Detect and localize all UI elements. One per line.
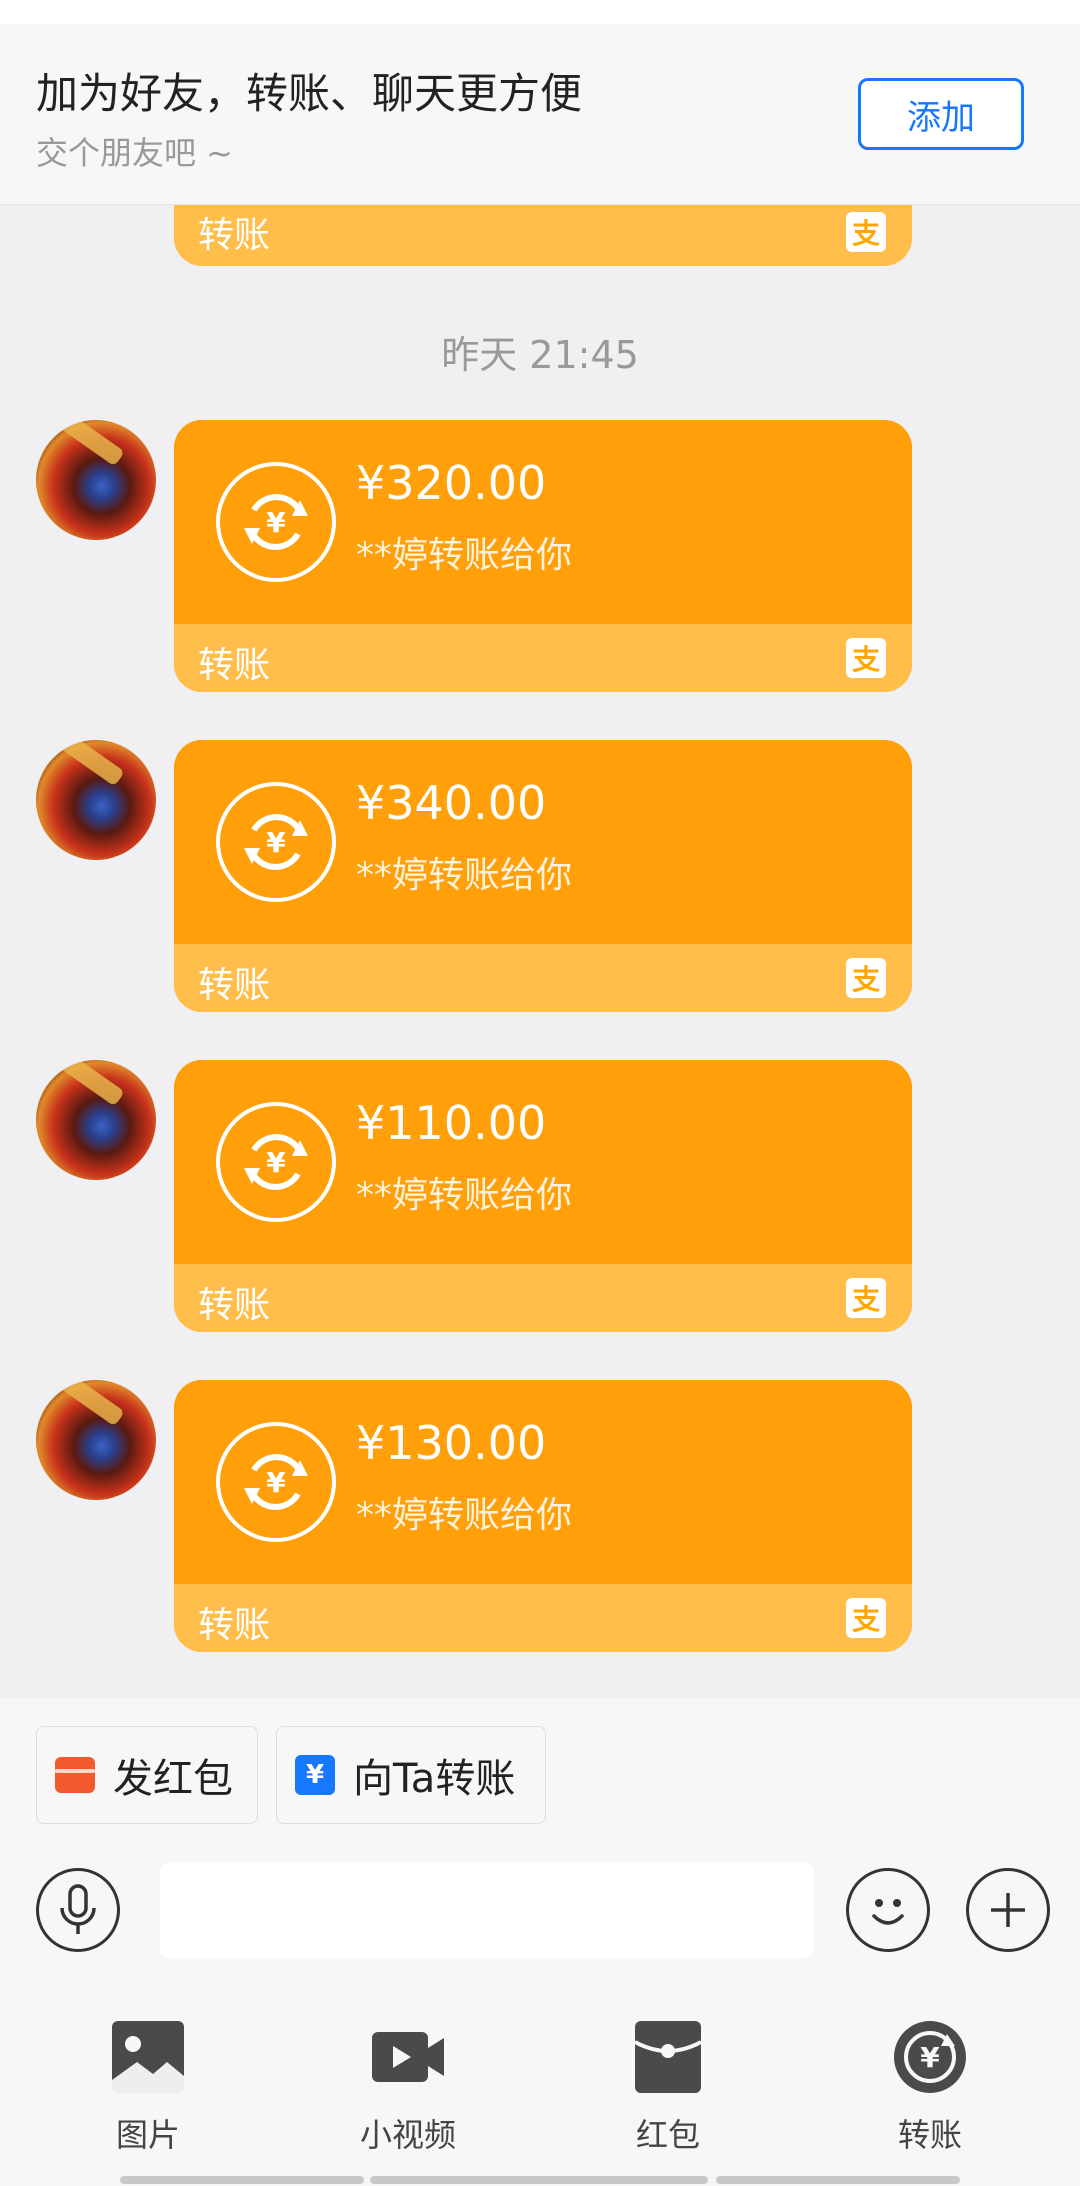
transfer-description: **婷转账给你 bbox=[356, 1495, 573, 1536]
message-timestamp: 昨天 21:45 bbox=[441, 333, 639, 377]
transfer-message: ¥ ¥130.00 **婷转账给你 转账 支 bbox=[0, 1380, 1080, 1652]
red-packet-icon bbox=[634, 2021, 702, 2093]
voice-input-button[interactable] bbox=[36, 1868, 120, 1952]
card-footer-label: 转账 bbox=[198, 645, 271, 686]
card-footer-label: 转账 bbox=[198, 1285, 271, 1326]
alipay-icon: 支 bbox=[846, 638, 886, 678]
toolbar-red-packet[interactable]: 红包 bbox=[568, 2018, 768, 2158]
partial-transfer-card-footer[interactable]: 转账 支 bbox=[174, 204, 912, 266]
card-footer: 转账 支 bbox=[174, 1584, 912, 1652]
transfer-description: **婷转账给你 bbox=[356, 855, 573, 896]
chat-area[interactable]: 转账 支 昨天 21:45 ¥ ¥320.00 **婷转账给你 转账 支 ¥ ¥… bbox=[0, 204, 1080, 1698]
transfer-amount: ¥320.00 bbox=[356, 456, 547, 510]
svg-text:¥: ¥ bbox=[266, 1146, 286, 1179]
video-icon bbox=[372, 2032, 444, 2082]
toolbar-transfer[interactable]: ¥ 转账 bbox=[830, 2018, 1030, 2158]
alipay-icon: 支 bbox=[846, 1598, 886, 1638]
smiley-icon bbox=[872, 1899, 904, 1925]
svg-text:¥: ¥ bbox=[920, 2041, 940, 2074]
avatar[interactable] bbox=[36, 1060, 156, 1180]
card-footer-label: 转账 bbox=[198, 215, 271, 256]
svg-text:¥: ¥ bbox=[266, 1466, 286, 1499]
transfer-cycle-icon: ¥ bbox=[216, 1422, 336, 1542]
transfer-card[interactable]: ¥ ¥110.00 **婷转账给你 转账 支 bbox=[174, 1060, 912, 1332]
transfer-icon: ¥ bbox=[295, 1755, 335, 1795]
svg-text:¥: ¥ bbox=[266, 506, 286, 539]
transfer-card[interactable]: ¥ ¥340.00 **婷转账给你 转账 支 bbox=[174, 740, 912, 1012]
alipay-icon: 支 bbox=[846, 212, 886, 252]
banner-subtitle: 交个朋友吧 ~ bbox=[36, 134, 233, 172]
transfer-cycle-icon: ¥ bbox=[216, 1102, 336, 1222]
avatar[interactable] bbox=[36, 740, 156, 860]
transfer-message: ¥ ¥110.00 **婷转账给你 转账 支 bbox=[0, 1060, 1080, 1332]
transfer-description: **婷转账给你 bbox=[356, 1175, 573, 1216]
avatar[interactable] bbox=[36, 420, 156, 540]
toolbar-video[interactable]: 小视频 bbox=[308, 2018, 508, 2158]
transfer-description: **婷转账给你 bbox=[356, 535, 573, 576]
toolbar-label: 图片 bbox=[115, 2116, 180, 2154]
page-indicator bbox=[120, 2176, 364, 2184]
more-button[interactable] bbox=[966, 1868, 1050, 1952]
add-friend-banner: 加为好友，转账、聊天更方便 交个朋友吧 ~ 添加 bbox=[0, 0, 1080, 205]
toolbar-image[interactable]: 图片 bbox=[48, 2018, 248, 2158]
svg-text:¥: ¥ bbox=[266, 826, 286, 859]
plus-icon bbox=[991, 1893, 1025, 1927]
image-icon bbox=[112, 2021, 184, 2093]
card-footer: 转账 支 bbox=[174, 944, 912, 1012]
message-input[interactable] bbox=[160, 1862, 814, 1958]
transfer-amount: ¥110.00 bbox=[356, 1096, 547, 1150]
toolbar-label: 小视频 bbox=[359, 2116, 456, 2154]
status-strip bbox=[0, 0, 1080, 24]
transfer-amount: ¥130.00 bbox=[356, 1416, 547, 1470]
transfer-amount: ¥340.00 bbox=[356, 776, 547, 830]
transfer-card[interactable]: ¥ ¥130.00 **婷转账给你 转账 支 bbox=[174, 1380, 912, 1652]
alipay-icon: 支 bbox=[846, 958, 886, 998]
alipay-icon: 支 bbox=[846, 1278, 886, 1318]
transfer-to-ta-button[interactable]: ¥ 向Ta转账 bbox=[276, 1726, 546, 1824]
card-footer: 转账 支 bbox=[174, 1264, 912, 1332]
transfer-to-ta-label: 向Ta转账 bbox=[353, 1756, 516, 1802]
page-indicator bbox=[716, 2176, 960, 2184]
toolbar-label: 转账 bbox=[897, 2116, 962, 2154]
card-footer-label: 转账 bbox=[198, 965, 271, 1006]
transfer-cycle-icon: ¥ bbox=[216, 782, 336, 902]
banner-title: 加为好友，转账、聊天更方便 bbox=[36, 69, 583, 118]
toolbar-label: 红包 bbox=[635, 2116, 700, 2154]
send-red-packet-button[interactable]: 发红包 bbox=[36, 1726, 258, 1824]
red-packet-icon bbox=[55, 1757, 95, 1793]
transfer-icon: ¥ bbox=[894, 2021, 966, 2093]
emoji-button[interactable] bbox=[846, 1868, 930, 1952]
send-red-packet-label: 发红包 bbox=[113, 1756, 233, 1802]
transfer-message: ¥ ¥320.00 **婷转账给你 转账 支 bbox=[0, 420, 1080, 692]
page-indicator bbox=[370, 2176, 708, 2184]
card-footer-label: 转账 bbox=[198, 1605, 271, 1646]
microphone-icon bbox=[60, 1884, 96, 1934]
transfer-card[interactable]: ¥ ¥320.00 **婷转账给你 转账 支 bbox=[174, 420, 912, 692]
add-friend-button[interactable]: 添加 bbox=[858, 78, 1024, 150]
composer-panel: 发红包 ¥ 向Ta转账 图片 小视频 红包 ¥ 转账 bbox=[0, 1698, 1080, 2186]
card-footer: 转账 支 bbox=[174, 624, 912, 692]
transfer-message: ¥ ¥340.00 **婷转账给你 转账 支 bbox=[0, 740, 1080, 1012]
transfer-cycle-icon: ¥ bbox=[216, 462, 336, 582]
avatar[interactable] bbox=[36, 1380, 156, 1500]
